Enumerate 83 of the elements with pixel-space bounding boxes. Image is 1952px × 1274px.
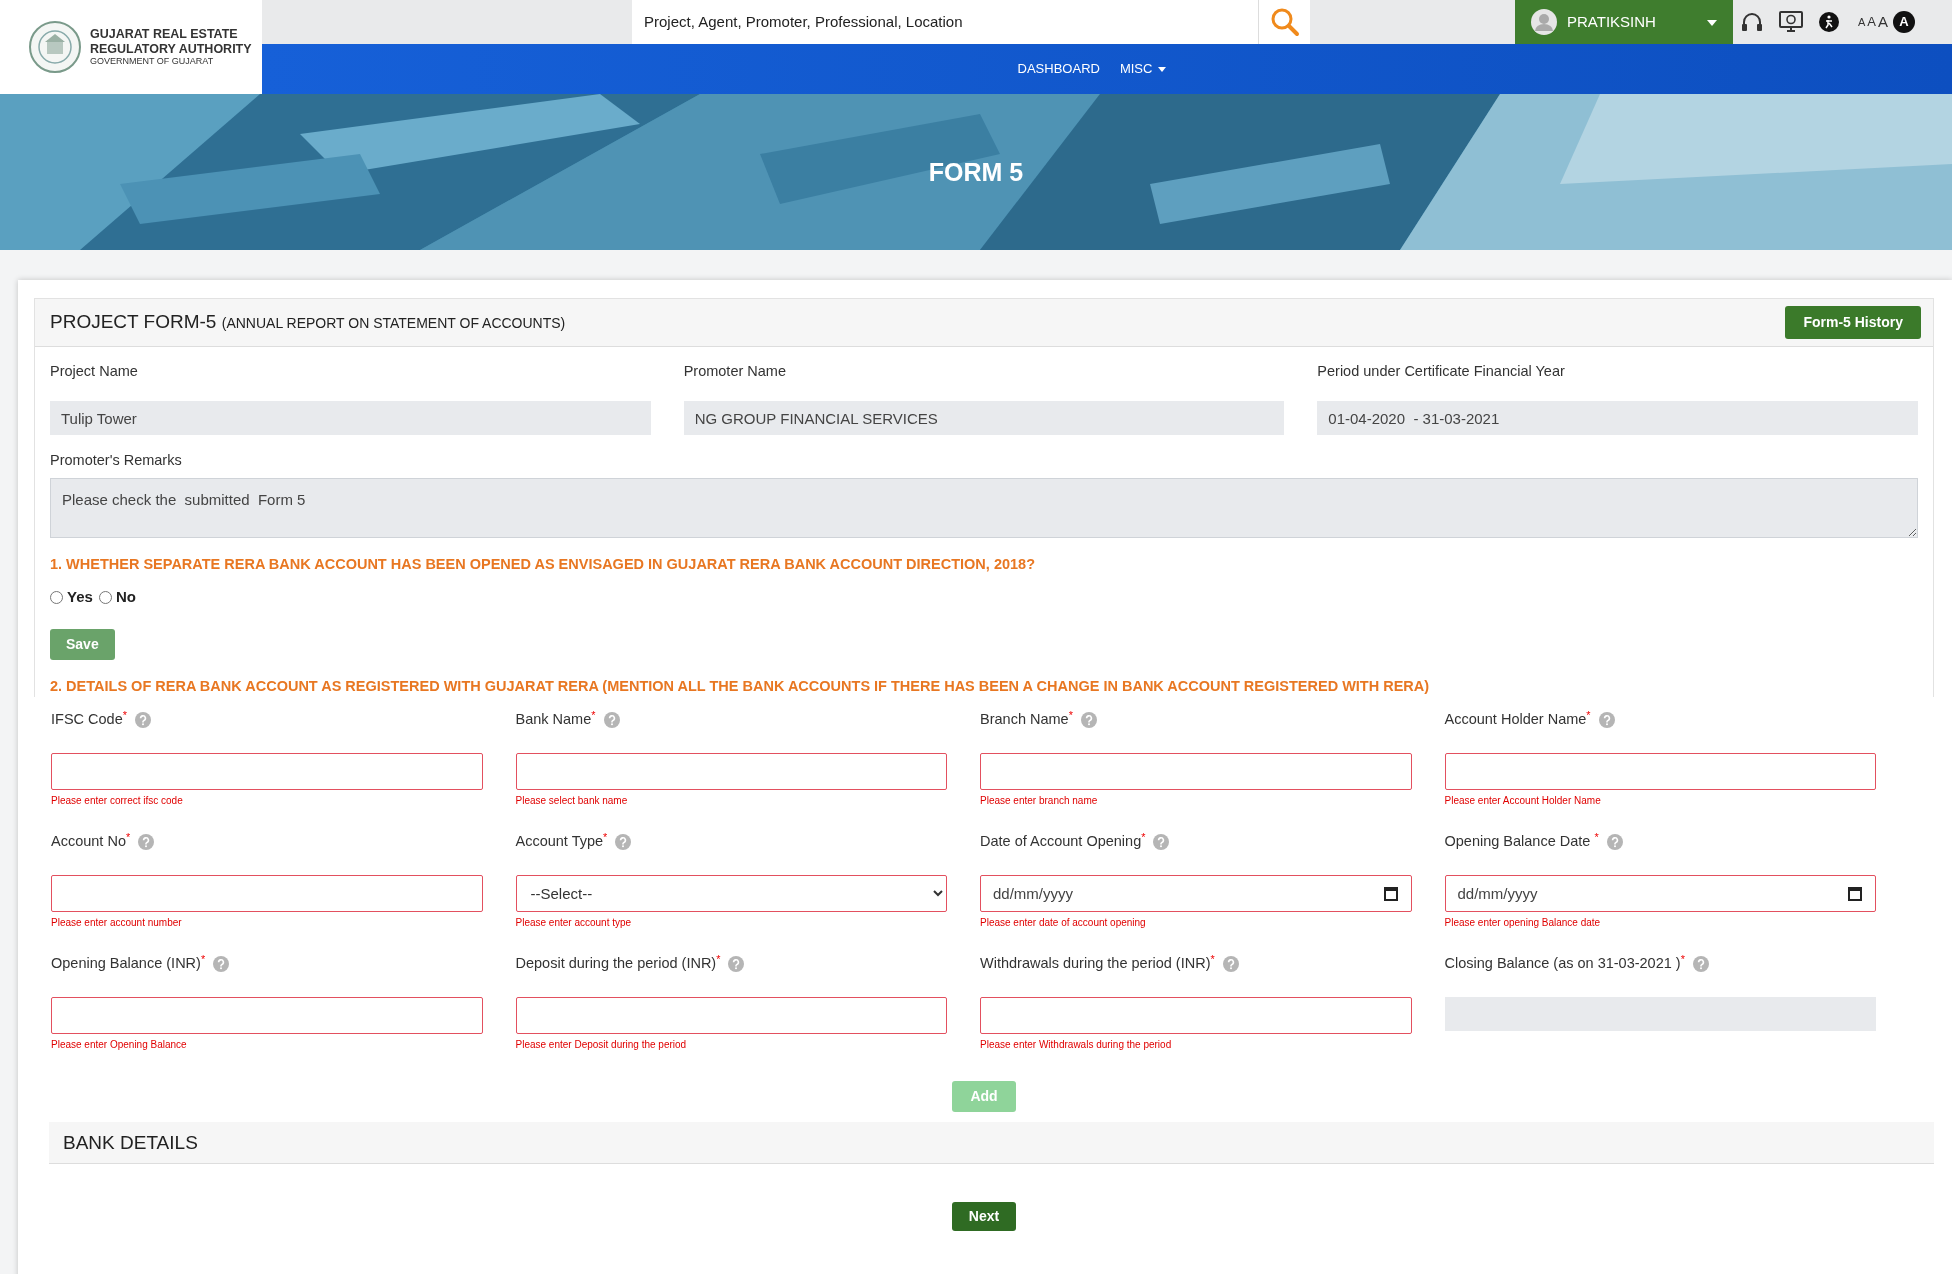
field-label: Closing Balance (as on 31-03-2021 )$^{*}$ <box>1444 953 1685 974</box>
logo-text: REGULATORY AUTHORITY <box>90 41 252 57</box>
input-field[interactable] <box>51 875 483 913</box>
help-icon <box>1606 834 1623 851</box>
error-message: Please enter Deposit during the period <box>515 1038 688 1053</box>
radio-label: No <box>115 587 136 607</box>
history-button[interactable]: Form-5 History <box>1785 306 1921 339</box>
form-title: PROJECT FORM-5 (ANNUAL REPORT ON STATEMENT OF ACCOUNTS) <box>50 310 566 335</box>
nav-link[interactable]: MISC <box>1119 59 1167 79</box>
next-button[interactable]: Next <box>951 1202 1017 1232</box>
error-message: Please select bank name <box>515 794 629 809</box>
field-label: Opening Balance (INR)$^{*}$ <box>51 953 206 974</box>
field-label: Deposit during the period (INR)$^{*}$ <box>515 953 721 974</box>
error-message: Please enter Withdrawals during the period <box>980 1038 1173 1053</box>
field-label: Account Holder Name$^{*}$ <box>1444 709 1591 730</box>
radio-label: Yes <box>67 587 93 607</box>
input-field[interactable] <box>51 997 483 1035</box>
question-text: 2. DETAILS OF RERA BANK ACCOUNT AS REGISTERED WITH GUJARAT RERA (MENTION ALL THE BANK ACCOUNTS IF THERE HAS BEEN A CHANGE IN BANK ACCOUNT REGISTERED WITH RERA) <box>50 676 1431 696</box>
nav-link[interactable]: DASHBOARD <box>1017 59 1100 79</box>
calendar-icon[interactable] <box>1848 886 1862 902</box>
error-message: Please enter Opening Balance <box>51 1038 188 1053</box>
field-label: Project Name <box>50 362 139 381</box>
avatar-icon <box>1531 9 1557 35</box>
readonly-field[interactable]: Tulip Tower <box>50 401 651 435</box>
field-label: Branch Name$^{*}$ <box>980 709 1073 730</box>
help-icon <box>1222 956 1239 973</box>
radio-button[interactable] <box>50 590 63 604</box>
input-field[interactable] <box>515 753 947 791</box>
error-message: Please enter account type <box>515 916 633 931</box>
radio-button[interactable] <box>98 590 112 604</box>
calendar-icon[interactable] <box>1383 886 1398 902</box>
field-label: Promoter's Remarks <box>50 451 183 470</box>
remarks-field[interactable]: Please check the submitted Form 5 <box>50 477 1918 538</box>
field-label: Bank Name$^{*}$ <box>515 709 596 730</box>
error-message: Please enter date of account opening <box>980 916 1147 931</box>
logo-text: GUJARAT REAL ESTATE <box>90 27 239 42</box>
field-label: Withdrawals during the period (INR)$^{*}$ <box>980 953 1215 974</box>
error-message: Please enter Account Holder Name <box>1444 794 1602 809</box>
contrast-button[interactable]: A <box>1893 11 1916 33</box>
readonly-field[interactable]: NG GROUP FINANCIAL SERVICES <box>683 401 1285 435</box>
error-message: Please enter account number <box>51 916 183 931</box>
search-field[interactable]: Project, Agent, Promoter, Professional, Location <box>632 0 1258 44</box>
input-field[interactable] <box>515 997 947 1035</box>
page-title: FORM 5 <box>927 157 1025 187</box>
help-icon <box>213 956 230 973</box>
field-label: IFSC Code$^{*}$ <box>51 709 127 730</box>
readonly-field[interactable]: 01-04-2020 - 31-03-2021 <box>1317 401 1918 435</box>
input-field[interactable] <box>980 753 1412 791</box>
field-label: Promoter Name <box>683 362 787 381</box>
error-message: Please enter correct ifsc code <box>51 794 184 809</box>
date-field[interactable]: dd/mm/yyyy <box>1444 875 1876 913</box>
field-label: Period under Certificate Financial Year <box>1317 362 1566 381</box>
help-icon <box>1153 834 1170 851</box>
user-menu-button[interactable]: PRATIKSINH <box>1515 0 1733 44</box>
caret-icon <box>1707 19 1717 26</box>
logo-text: GOVERNMENT OF GUJARAT <box>90 56 215 67</box>
question-text: 1. WHETHER SEPARATE RERA BANK ACCOUNT HAS BEEN OPENED AS ENVISAGED IN GUJARAT RERA BANK ACCOUNT DIRECTION, 2018? <box>50 555 1036 575</box>
input-field[interactable] <box>1444 753 1876 791</box>
help-icon <box>1692 956 1709 973</box>
font-size-button[interactable]: A <box>1857 0 1867 44</box>
field-label: Account Type$^{*}$ <box>515 831 608 852</box>
section-header: BANK DETAILS <box>49 1122 1934 1165</box>
help-icon <box>138 834 155 851</box>
error-message: Please enter opening Balance date <box>1444 916 1602 931</box>
help-icon <box>603 712 620 729</box>
error-message: Please enter branch name <box>980 794 1099 809</box>
help-icon <box>1598 712 1615 729</box>
help-icon <box>728 956 745 973</box>
input-field[interactable] <box>51 753 483 791</box>
input-field[interactable] <box>980 997 1412 1035</box>
help-icon <box>615 834 632 851</box>
help-icon <box>134 712 151 729</box>
date-field[interactable]: dd/mm/yyyy <box>980 875 1412 913</box>
help-icon <box>1080 712 1097 729</box>
select-field[interactable]: --Select-- <box>515 875 947 913</box>
font-size-button[interactable]: A <box>1866 0 1877 44</box>
field-label: Date of Account Opening$^{*}$ <box>980 831 1146 852</box>
font-size-button[interactable]: A <box>1877 0 1890 44</box>
search-button[interactable] <box>1258 0 1310 44</box>
emblem-icon <box>28 20 82 74</box>
field-label: Account No$^{*}$ <box>51 831 131 852</box>
field-label: Opening Balance Date $^{*}$ <box>1444 831 1599 852</box>
search-icon[interactable] <box>1269 7 1300 37</box>
